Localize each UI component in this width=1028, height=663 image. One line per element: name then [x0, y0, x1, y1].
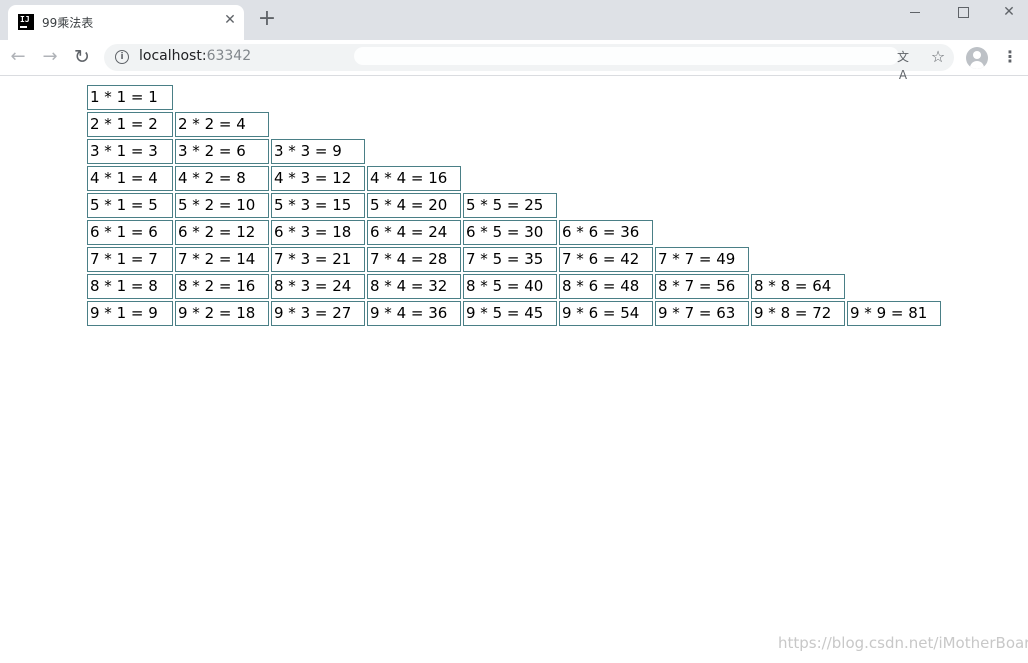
table-cell: 7 * 3 = 21: [271, 247, 365, 272]
table-cell: 4 * 1 = 4: [87, 166, 173, 191]
table-cell: 7 * 7 = 49: [655, 247, 749, 272]
forward-arrow-icon[interactable]: →: [38, 45, 62, 69]
url-host: localhost:: [139, 48, 207, 64]
table-cell: 6 * 1 = 6: [87, 220, 173, 245]
table-cell: 8 * 1 = 8: [87, 274, 173, 299]
url-redaction: [354, 47, 899, 65]
table-cell: 9 * 6 = 54: [559, 301, 653, 326]
window-maximize-icon[interactable]: [940, 0, 986, 28]
table-cell: 8 * 2 = 16: [175, 274, 269, 299]
table-cell: 2 * 2 = 4: [175, 112, 269, 137]
site-info-icon[interactable]: i: [115, 50, 129, 64]
window-minimize-icon[interactable]: [892, 0, 938, 28]
reload-icon[interactable]: ↻: [70, 45, 94, 69]
table-cell: 8 * 3 = 24: [271, 274, 365, 299]
new-tab-plus-icon[interactable]: +: [256, 8, 278, 30]
table-cell: 8 * 8 = 64: [751, 274, 845, 299]
page-content: 1 * 1 = 12 * 1 = 22 * 2 = 43 * 1 = 33 * …: [0, 76, 1028, 663]
table-row: 1 * 1 = 1: [87, 85, 943, 110]
address-bar[interactable]: i localhost:63342 文A ☆: [104, 44, 954, 82]
table-cell: 5 * 5 = 25: [463, 193, 557, 218]
table-cell: 9 * 4 = 36: [367, 301, 461, 326]
tab-title: 99乘法表: [42, 16, 94, 30]
table-row: 5 * 1 = 55 * 2 = 10 5 * 3 = 15 5 * 4 = 20 5…: [87, 193, 943, 218]
table-cell: 6 * 3 = 18: [271, 220, 365, 245]
table-row: 9 * 1 = 99 * 2 = 18 9 * 3 = 27 9 * 4 = 36 9…: [87, 301, 943, 326]
table-cell: 9 * 3 = 27: [271, 301, 365, 326]
table-cell: 9 * 7 = 63: [655, 301, 749, 326]
table-cell: 5 * 1 = 5: [87, 193, 173, 218]
table-cell: 7 * 4 = 28: [367, 247, 461, 272]
back-arrow-icon[interactable]: ←: [6, 45, 30, 69]
tab-strip: IJ 99乘法表 ✕ + ✕: [0, 0, 1028, 40]
table-cell: 8 * 5 = 40: [463, 274, 557, 299]
table-cell: 5 * 2 = 10: [175, 193, 269, 218]
table-cell: 2 * 1 = 2: [87, 112, 173, 137]
table-cell: 4 * 2 = 8: [175, 166, 269, 191]
table-cell: 8 * 4 = 32: [367, 274, 461, 299]
profile-avatar-icon[interactable]: [966, 47, 988, 69]
bookmark-star-icon[interactable]: ☆: [928, 47, 948, 67]
table-cell: 7 * 1 = 7: [87, 247, 173, 272]
table-row: 3 * 1 = 33 * 2 = 63 * 3 = 9: [87, 139, 943, 164]
table-cell: 7 * 5 = 35: [463, 247, 557, 272]
table-cell: 1 * 1 = 1: [87, 85, 173, 110]
table-row: 6 * 1 = 66 * 2 = 12 6 * 3 = 18 6 * 4 = 24 6…: [87, 220, 943, 245]
table-cell: 9 * 8 = 72: [751, 301, 845, 326]
table-row: 7 * 1 = 77 * 2 = 14 7 * 3 = 21 7 * 4 = 28 7…: [87, 247, 943, 272]
table-cell: 5 * 4 = 20: [367, 193, 461, 218]
table-cell: 6 * 2 = 12: [175, 220, 269, 245]
url-text: localhost:63342: [139, 48, 251, 64]
table-cell: 9 * 9 = 81: [847, 301, 941, 326]
table-cell: 8 * 6 = 48: [559, 274, 653, 299]
table-cell: 8 * 7 = 56: [655, 274, 749, 299]
browser-tab[interactable]: IJ 99乘法表 ✕: [8, 5, 244, 40]
multiplication-table: 1 * 1 = 12 * 1 = 22 * 2 = 43 * 1 = 33 * …: [87, 85, 943, 328]
kebab-menu-icon[interactable]: ⋮: [1000, 45, 1020, 69]
table-cell: 5 * 3 = 15: [271, 193, 365, 218]
table-cell: 4 * 3 = 12: [271, 166, 365, 191]
table-row: 4 * 1 = 44 * 2 = 84 * 3 = 12 4 * 4 = 16: [87, 166, 943, 191]
table-cell: 6 * 6 = 36: [559, 220, 653, 245]
table-cell: 3 * 3 = 9: [271, 139, 365, 164]
table-row: 2 * 1 = 22 * 2 = 4: [87, 112, 943, 137]
table-cell: 7 * 6 = 42: [559, 247, 653, 272]
table-row: 8 * 1 = 88 * 2 = 16 8 * 3 = 24 8 * 4 = 32 8…: [87, 274, 943, 299]
table-cell: 7 * 2 = 14: [175, 247, 269, 272]
table-cell: 9 * 2 = 18: [175, 301, 269, 326]
table-cell: 4 * 4 = 16: [367, 166, 461, 191]
url-port: 63342: [206, 48, 252, 64]
table-cell: 9 * 5 = 45: [463, 301, 557, 326]
translate-icon[interactable]: 文A: [894, 48, 912, 82]
table-cell: 6 * 5 = 30: [463, 220, 557, 245]
table-cell: 6 * 4 = 24: [367, 220, 461, 245]
table-cell: 3 * 2 = 6: [175, 139, 269, 164]
intellij-favicon-icon: IJ: [18, 14, 34, 30]
watermark: https://blog.csdn.net/iMotherBoard: [778, 634, 1028, 652]
table-cell: 3 * 1 = 3: [87, 139, 173, 164]
window-close-icon[interactable]: ✕: [986, 0, 1028, 28]
browser-toolbar: ← → ↻ i localhost:63342 文A ☆ ⋮: [0, 40, 1028, 82]
table-cell: 9 * 1 = 9: [87, 301, 173, 326]
tab-close-icon[interactable]: ✕: [222, 12, 238, 28]
